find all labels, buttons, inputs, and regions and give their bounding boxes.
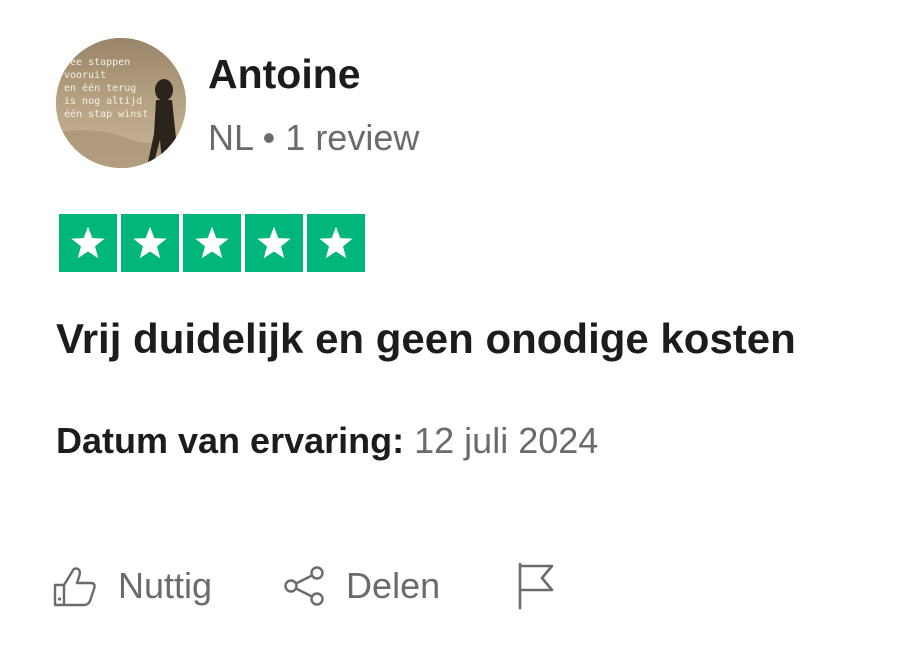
helpful-label: Nuttig [118, 565, 213, 606]
share-label: Delen [346, 565, 441, 606]
avatar[interactable]: wee stappen vooruit en één terug is nog … [56, 38, 186, 168]
star-icon [59, 214, 117, 272]
helpful-button[interactable]: Nuttig [52, 564, 212, 608]
share-icon [282, 564, 326, 608]
share-button[interactable]: Delen [282, 564, 440, 608]
reviewer-name[interactable]: Antoine [208, 50, 361, 98]
star-rating [59, 214, 365, 272]
flag-icon [516, 562, 556, 610]
star-icon [307, 214, 365, 272]
star-icon [121, 214, 179, 272]
report-button[interactable] [516, 562, 556, 610]
date-label: Datum van ervaring: [56, 420, 405, 461]
star-icon [183, 214, 241, 272]
star-icon [245, 214, 303, 272]
review-actions: Nuttig Delen [52, 558, 556, 614]
thumbs-up-icon [52, 564, 98, 608]
experience-date: Datum van ervaring: 12 juli 2024 [56, 418, 598, 464]
reviewer-meta: NL • 1 review [208, 117, 420, 158]
avatar-caption: wee stappen vooruit en één terug is nog … [64, 57, 149, 120]
review-title[interactable]: Vrij duidelijk en geen onodige kosten [56, 313, 796, 365]
date-value: 12 juli 2024 [414, 420, 599, 461]
